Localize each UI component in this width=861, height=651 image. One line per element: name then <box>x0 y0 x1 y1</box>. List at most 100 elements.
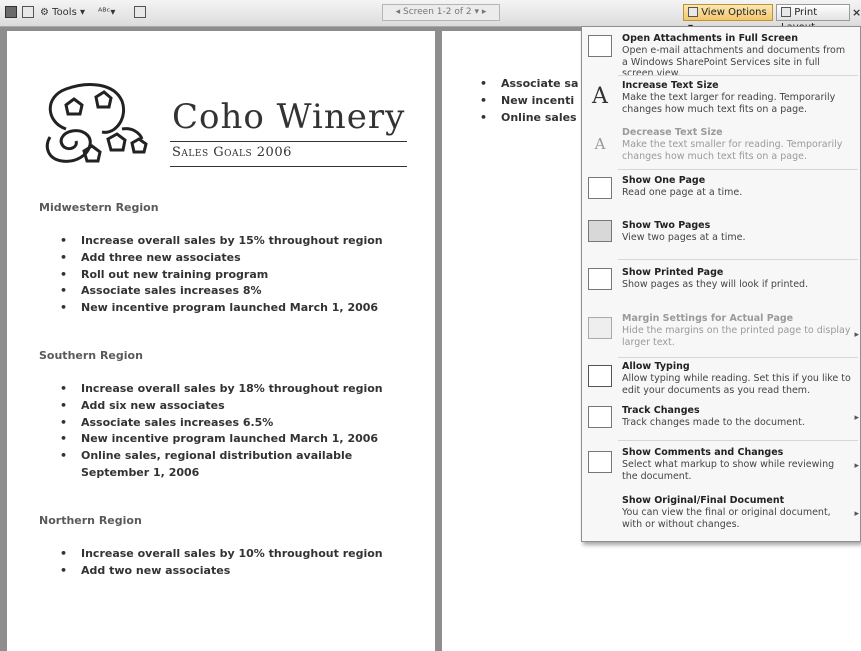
list-item: Add two new associates <box>60 563 383 580</box>
view-options-label: View Options <box>701 7 767 18</box>
menu-separator <box>618 357 858 358</box>
save-icon[interactable] <box>5 4 17 21</box>
menu-item-title: Decrease Text Size <box>622 127 723 138</box>
menu-separator <box>618 440 858 441</box>
southern-bullets: Increase overall sales by 18% throughout… <box>60 381 405 482</box>
list-item: Increase overall sales by 15% throughout… <box>60 233 383 250</box>
spelling-button[interactable]: ᴬᴮᶜ▾ <box>98 4 115 21</box>
print-layout-icon <box>781 7 791 17</box>
screen-indicator: Screen 1-2 of 2 <box>402 7 472 17</box>
print-layout-button[interactable]: Print Layout <box>776 4 850 33</box>
view-options-menu: Open Attachments in Full Screen Open e-m… <box>581 26 861 542</box>
northern-bullets: Increase overall sales by 10% throughout… <box>60 546 383 580</box>
menu-item-description: Show pages as they will look if printed. <box>622 279 809 290</box>
menu-item-margin-settings: Margin Settings for Actual Page Hide the… <box>582 313 861 353</box>
menu-item-show-original-final-document[interactable]: Show Original/Final Document You can vie… <box>582 495 861 535</box>
spelling-icon: ᴬᴮᶜ <box>98 7 111 18</box>
menu-item-title: Show Comments and Changes <box>622 447 784 458</box>
menu-separator <box>618 259 858 260</box>
menu-item-title: Show Two Pages <box>622 220 711 231</box>
midwestern-bullets: Increase overall sales by 15% throughout… <box>60 233 383 317</box>
two-pages-icon <box>588 220 612 242</box>
region-heading: Southern Region <box>39 349 143 362</box>
menu-item-description: Select what markup to show while reviewi… <box>622 459 835 482</box>
menu-item-description: You can view the final or original docum… <box>622 507 831 530</box>
increase-text-icon: A <box>592 84 608 109</box>
menu-separator <box>618 169 858 170</box>
region-heading: Midwestern Region <box>39 201 159 214</box>
submenu-arrow-icon: ▸ <box>854 461 859 471</box>
menu-item-title: Show One Page <box>622 175 706 186</box>
menu-item-title: Show Printed Page <box>622 267 724 278</box>
tools-menu-button[interactable]: ⚙ Tools ▾ <box>40 4 85 21</box>
view-options-button[interactable]: View Options ▾ <box>683 4 773 33</box>
tools-label: Tools <box>52 7 77 18</box>
menu-item-decrease-text-size: A Decrease Text Size Make the text small… <box>582 127 861 167</box>
list-item: Add three new associates <box>60 250 383 267</box>
menu-item-title: Open Attachments in Full Screen <box>622 33 798 44</box>
title-rule <box>170 141 407 142</box>
menu-item-show-comments-and-changes[interactable]: Show Comments and Changes Select what ma… <box>582 447 861 487</box>
menu-item-description: Read one page at a time. <box>622 187 743 198</box>
previous-screen-icon[interactable]: ◂ <box>396 7 401 17</box>
menu-item-allow-typing[interactable]: Allow Typing Allow typing while reading.… <box>582 361 861 401</box>
menu-item-show-printed-page[interactable]: Show Printed Page Show pages as they wil… <box>582 267 861 297</box>
printed-page-icon <box>588 268 612 290</box>
menu-item-title: Allow Typing <box>622 361 690 372</box>
list-item: New incentive program launched March 1, … <box>60 431 405 448</box>
comment-icon <box>134 6 146 18</box>
list-item: Associate sales increases 6.5% <box>60 415 405 432</box>
brand-title: Coho Winery <box>172 97 406 137</box>
right-page-bullets: Associate sa New incenti Online sales <box>480 76 578 126</box>
menu-item-show-two-pages[interactable]: Show Two Pages View two pages at a time. <box>582 220 861 250</box>
menu-item-description: Make the text smaller for reading. Tempo… <box>622 139 843 162</box>
submenu-arrow-icon: ▸ <box>854 330 859 340</box>
menu-item-increase-text-size[interactable]: A Increase Text Size Make the text large… <box>582 80 861 120</box>
menu-item-track-changes[interactable]: Track Changes Track changes made to the … <box>582 405 861 435</box>
submenu-arrow-icon: ▸ <box>854 413 859 423</box>
menu-item-title: Increase Text Size <box>622 80 719 91</box>
comments-icon <box>588 451 612 473</box>
view-options-icon <box>688 7 698 17</box>
menu-item-open-attachments-full-screen[interactable]: Open Attachments in Full Screen Open e-m… <box>582 33 861 79</box>
chevron-down-icon: ▾ <box>79 7 86 18</box>
comment-button[interactable] <box>134 4 146 21</box>
menu-item-title: Track Changes <box>622 405 700 416</box>
list-item: New incentive program launched March 1, … <box>60 300 383 317</box>
region-heading: Northern Region <box>39 514 142 527</box>
menu-item-description: Track changes made to the document. <box>622 417 805 428</box>
list-item: Add six new associates <box>60 398 405 415</box>
chevron-down-icon: ▾ <box>110 7 116 18</box>
chevron-down-icon[interactable]: ▾ <box>474 7 479 17</box>
menu-item-show-one-page[interactable]: Show One Page Read one page at a time. <box>582 175 861 205</box>
list-item: New incenti <box>480 93 578 110</box>
allow-typing-icon <box>588 365 612 387</box>
reading-toolbar: ⚙ Tools ▾ ᴬᴮᶜ▾ ◂ Screen 1-2 of 2 ▾ ▸ Vie… <box>0 0 861 33</box>
menu-item-description: View two pages at a time. <box>622 232 746 243</box>
close-icon[interactable]: × <box>852 4 861 21</box>
list-item: Online sales, regional distribution avai… <box>60 448 405 482</box>
list-item: Increase overall sales by 18% throughout… <box>60 381 405 398</box>
brand-subtitle: Sales Goals 2006 <box>172 145 292 160</box>
menu-item-description: Make the text larger for reading. Tempor… <box>622 92 836 115</box>
book-icon <box>588 35 612 57</box>
track-changes-icon <box>588 406 612 428</box>
menu-item-description: Hide the margins on the printed page to … <box>622 325 851 348</box>
menu-separator <box>618 75 858 76</box>
menu-item-description: Allow typing while reading. Set this if … <box>622 373 851 396</box>
print-icon[interactable] <box>22 4 34 21</box>
winery-logo <box>45 83 148 163</box>
next-screen-icon[interactable]: ▸ <box>482 7 487 17</box>
margin-settings-icon <box>588 317 612 339</box>
submenu-arrow-icon: ▸ <box>854 509 859 519</box>
tools-icon: ⚙ <box>40 7 49 18</box>
screen-navigator[interactable]: ◂ Screen 1-2 of 2 ▾ ▸ <box>382 4 500 21</box>
menu-item-title: Margin Settings for Actual Page <box>622 313 794 324</box>
list-item: Increase overall sales by 10% throughout… <box>60 546 383 563</box>
list-item: Roll out new training program <box>60 267 383 284</box>
subtitle-rule <box>170 166 407 167</box>
list-item: Associate sales increases 8% <box>60 283 383 300</box>
one-page-icon <box>588 177 612 199</box>
decrease-text-icon: A <box>594 135 606 153</box>
menu-item-title: Show Original/Final Document <box>622 495 785 506</box>
